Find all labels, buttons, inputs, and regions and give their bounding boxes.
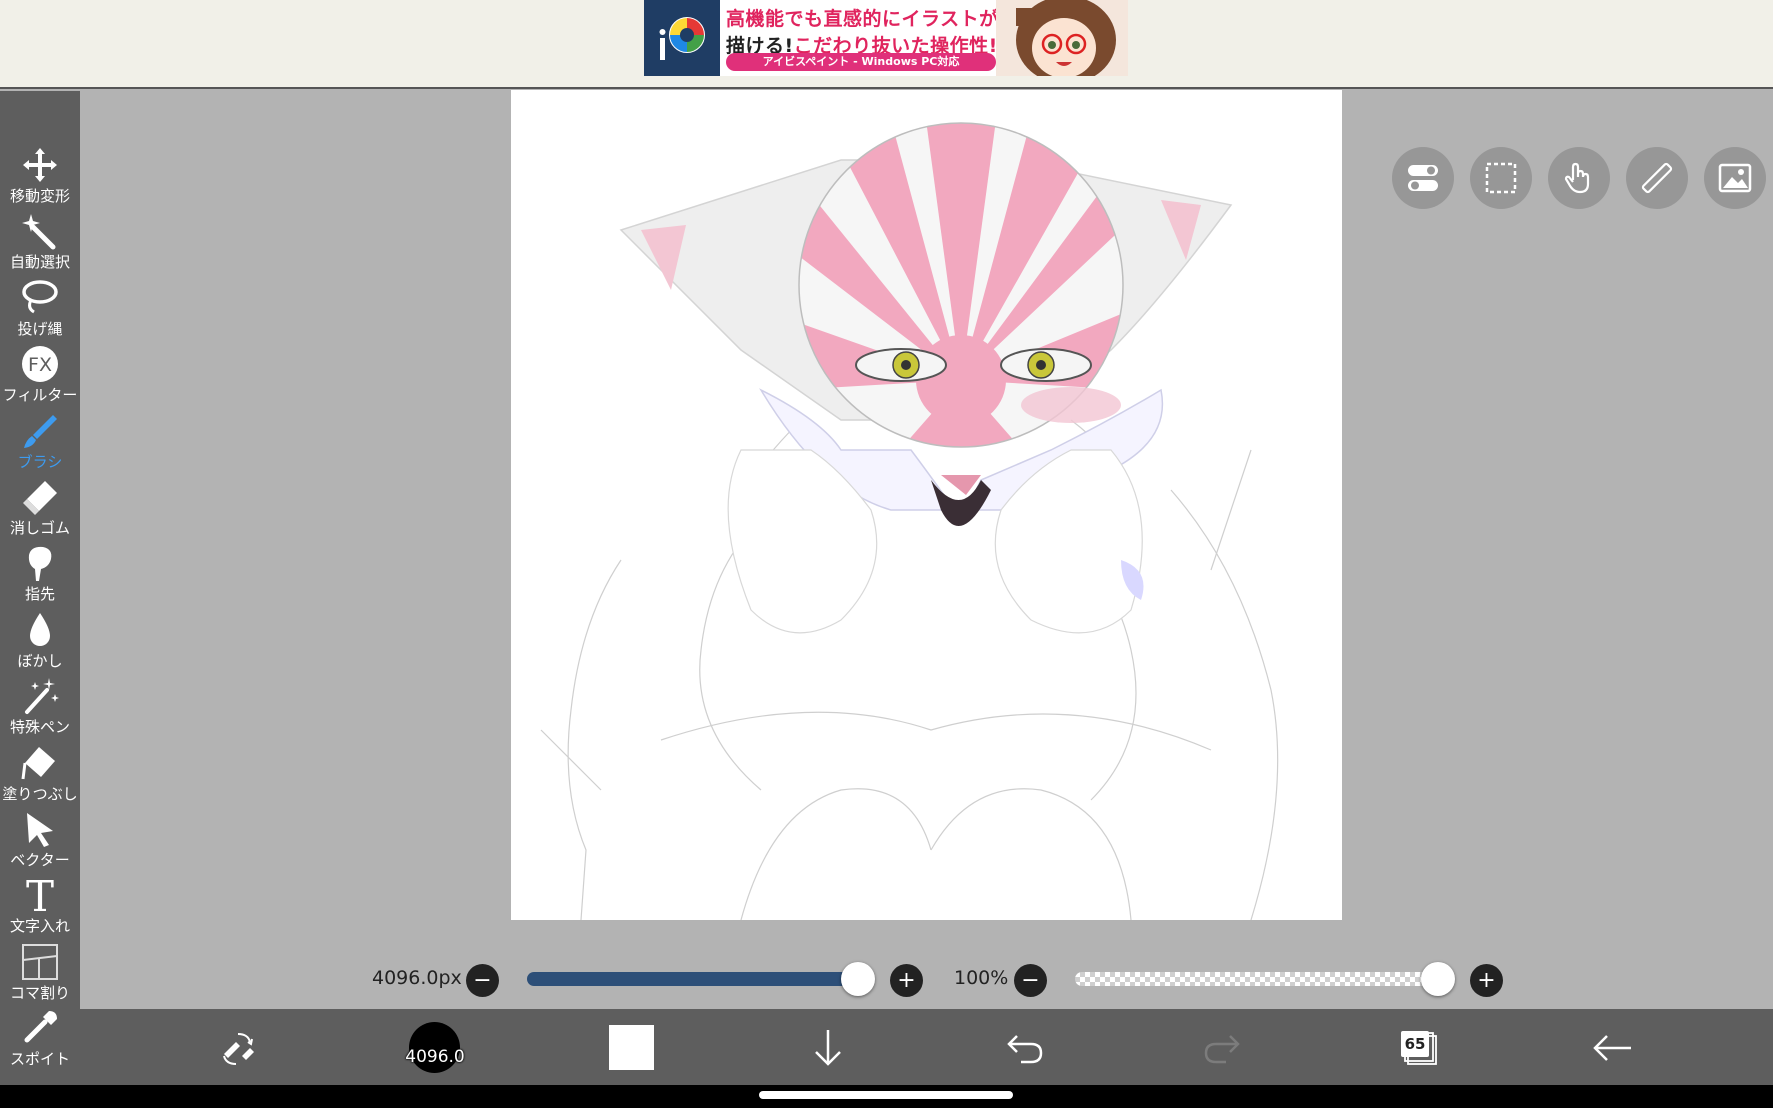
tool-vector[interactable]: ベクター [0, 809, 80, 873]
tool-label: コマ割り [9, 984, 70, 1002]
ad-character-illustration [996, 0, 1128, 76]
tool-label: 文字入れ [9, 917, 70, 935]
tool-fill[interactable]: 塗りつぶし [0, 743, 80, 807]
back-button[interactable] [1583, 1018, 1643, 1078]
opacity-increase-button[interactable]: + [1470, 964, 1503, 997]
eyedropper-icon [24, 1011, 57, 1043]
tool-label: 消しゴム [9, 519, 70, 537]
brush-size-slider-knob[interactable] [841, 962, 875, 996]
svg-text:T: T [26, 875, 54, 915]
minus-icon: − [1021, 967, 1040, 993]
tool-label: スポイト [9, 1050, 70, 1068]
ad-text: 高機能でも直感的にイラストが 描ける!こだわり抜いた操作性! アイビスペイント … [720, 0, 1128, 76]
arrow-down-icon [815, 1030, 841, 1066]
swap-brush-eraser-icon [223, 1033, 254, 1065]
bottom-toolbar [80, 1009, 1773, 1085]
ad-banner[interactable]: 高機能でも直感的にイラストが 描ける!こだわり抜いた操作性! アイビスペイント … [644, 0, 1128, 76]
vector-arrow-icon [27, 813, 53, 847]
artwork-illustration [511, 90, 1342, 920]
ad-pill: アイビスペイント - Windows PC対応 [726, 53, 996, 71]
magic-wand-icon [22, 214, 56, 250]
tool-palette: 移動変形 自動選択 投げ縄 FX フィルター ブラシ 消しゴム 指先 ぼかし 特… [0, 91, 80, 1085]
brush-size-slider[interactable] [527, 972, 857, 986]
layers-count: 65 [1401, 1031, 1429, 1057]
tool-label: 自動選択 [9, 253, 70, 271]
fill-bucket-icon [21, 747, 55, 780]
ibis-logo-icon [644, 0, 720, 76]
tool-label: ブラシ [17, 453, 63, 471]
tool-label: 特殊ペン [9, 718, 70, 736]
brush-size-preview-value: 4096.0 [405, 1047, 465, 1067]
selection-icon [1485, 162, 1517, 194]
brush-size-decrease-button[interactable]: − [466, 964, 499, 997]
hand-icon [1564, 162, 1590, 194]
move-icon [23, 148, 57, 182]
home-indicator[interactable] [759, 1091, 1013, 1099]
tool-blur[interactable]: ぼかし [0, 610, 80, 674]
image-button[interactable] [1704, 147, 1766, 209]
blur-drop-icon [30, 613, 50, 646]
drawing-canvas[interactable] [511, 90, 1342, 920]
selection-button[interactable] [1470, 147, 1532, 209]
opacity-slider[interactable] [1075, 972, 1437, 986]
brush-size-increase-button[interactable]: + [890, 964, 923, 997]
image-icon [1718, 163, 1752, 193]
opacity-slider-knob[interactable] [1421, 962, 1455, 996]
tool-auto-select[interactable]: 自動選択 [0, 211, 80, 275]
tool-label: ぼかし [17, 652, 63, 670]
undo-button[interactable] [995, 1018, 1055, 1078]
tool-move-transform[interactable]: 移動変形 [0, 145, 80, 209]
brush-icon [24, 415, 57, 448]
fx-icon: FX [22, 346, 58, 382]
ad-bar: 高機能でも直感的にイラストが 描ける!こだわり抜いた操作性! アイビスペイント … [0, 0, 1773, 89]
primary-color-swatch[interactable] [609, 1025, 654, 1070]
tool-finger[interactable]: 指先 [0, 543, 80, 607]
tool-text[interactable]: T 文字入れ [0, 875, 80, 939]
ibis-paint-app: 高機能でも直感的にイラストが 描ける!こだわり抜いた操作性! アイビスペイント … [0, 0, 1773, 1108]
special-pen-icon [25, 678, 59, 714]
tool-lasso[interactable]: 投げ縄 [0, 278, 80, 342]
svg-text:FX: FX [28, 354, 52, 376]
tool-eraser[interactable]: 消しゴム [0, 477, 80, 541]
undo-icon [1007, 1035, 1043, 1064]
tool-eyedropper[interactable]: スポイト [0, 1008, 80, 1072]
minus-icon: − [473, 967, 492, 993]
swap-tool-button[interactable] [208, 1018, 268, 1078]
hand-tool-button[interactable] [1548, 147, 1610, 209]
ruler-button[interactable] [1626, 147, 1688, 209]
eraser-icon [23, 481, 57, 515]
toggle-icon [1408, 165, 1438, 191]
frame-divider-icon [22, 944, 58, 980]
brush-size-value: 4096.0px [372, 967, 462, 989]
tool-label: 投げ縄 [17, 320, 63, 338]
arrow-left-icon [1593, 1035, 1631, 1061]
lasso-icon [22, 280, 58, 314]
tool-frame-divider[interactable]: コマ割り [0, 942, 80, 1006]
tool-label: 移動変形 [9, 187, 70, 205]
tool-label: ベクター [10, 851, 70, 869]
text-icon: T [26, 875, 54, 915]
tool-label: フィルター [2, 386, 78, 404]
tool-special-pen[interactable]: 特殊ペン [0, 676, 80, 740]
layer-down-button[interactable] [798, 1018, 858, 1078]
tool-filter[interactable]: FX フィルター [0, 344, 80, 408]
plus-icon: + [1477, 967, 1496, 993]
toggle-settings-button[interactable] [1392, 147, 1454, 209]
plus-icon: + [897, 967, 916, 993]
opacity-decrease-button[interactable]: − [1014, 964, 1047, 997]
opacity-value: 100% [954, 967, 1009, 989]
redo-button[interactable] [1192, 1018, 1252, 1078]
tool-brush[interactable]: ブラシ [0, 411, 80, 475]
finger-icon [28, 546, 52, 581]
tool-label: 指先 [24, 585, 55, 603]
ruler-icon [1641, 162, 1673, 194]
tool-label: 塗りつぶし [2, 785, 78, 803]
redo-icon [1204, 1035, 1240, 1064]
